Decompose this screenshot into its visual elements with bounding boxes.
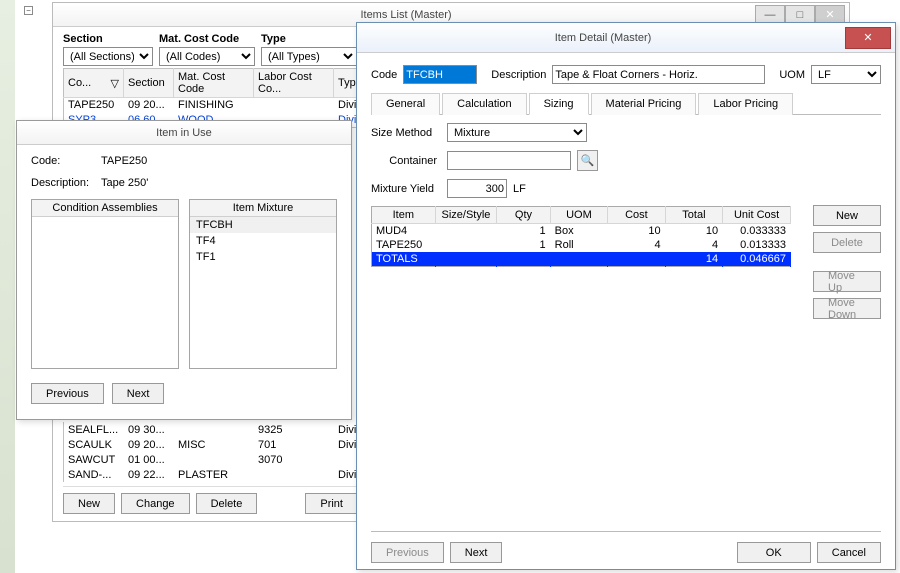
delete-button[interactable]: Delete [196,493,258,514]
item-in-use-window: Item in Use Code:TAPE250 Description:Tap… [16,120,352,420]
item-detail-titlebar[interactable]: Item Detail (Master) ✕ [357,23,895,53]
close-icon[interactable]: ✕ [845,27,891,49]
item-detail-title: Item Detail (Master) [361,32,845,44]
tab-strip: General Calculation Sizing Material Pric… [371,92,881,115]
previous-button[interactable]: Previous [371,542,444,563]
code-input[interactable] [403,65,477,84]
items-list-title: Items List (Master) [57,9,755,21]
container-input[interactable] [447,151,571,170]
previous-button[interactable]: Previous [31,383,104,404]
change-button[interactable]: Change [121,493,190,514]
new-button[interactable]: New [63,493,115,514]
filter-cost-label: Mat. Cost Code [159,33,255,45]
size-method-select[interactable]: Mixture [447,123,587,142]
filter-section-label: Section [63,33,153,45]
table-row[interactable]: MUD41 Box10 100.033333 [372,224,791,239]
yield-input[interactable] [447,179,507,198]
filter-cost-select[interactable]: (All Codes) [159,47,255,66]
delete-row-button[interactable]: Delete [813,232,881,253]
code-value: TAPE250 [101,155,147,167]
tab-calculation[interactable]: Calculation [442,93,526,115]
item-in-use-title: Item in Use [21,127,347,139]
moveup-button[interactable]: Move Up [813,271,881,292]
cancel-button[interactable]: Cancel [817,542,881,563]
next-button[interactable]: Next [450,542,503,563]
new-row-button[interactable]: New [813,205,881,226]
tab-general[interactable]: General [371,93,440,115]
list-item[interactable]: TF4 [190,233,336,249]
item-in-use-titlebar[interactable]: Item in Use [17,121,351,145]
list-item[interactable]: TF1 [190,249,336,265]
tree-toggle-icon[interactable]: − [24,6,33,15]
mixture-grid[interactable]: Item Size/Style Qty UOM Cost Total Unit … [371,206,791,267]
description-input[interactable] [552,65,765,84]
tab-material[interactable]: Material Pricing [591,93,697,115]
print-button[interactable]: Print [305,493,358,514]
tab-sizing[interactable]: Sizing [529,93,589,115]
uom-select[interactable]: LF [811,65,881,84]
list-item[interactable]: TFCBH [190,217,336,233]
condition-assemblies-list[interactable]: Condition Assemblies [31,199,179,369]
filter-type-label: Type [261,33,357,45]
search-icon[interactable]: 🔍 [577,150,598,171]
filter-section-select[interactable]: (All Sections) [63,47,153,66]
movedown-button[interactable]: Move Down [813,298,881,319]
filter-type-select[interactable]: (All Types) [261,47,357,66]
item-mixture-list[interactable]: Item Mixture TFCBH TF4 TF1 [189,199,337,369]
totals-row: TOTALS 140.046667 [372,252,791,267]
next-button[interactable]: Next [112,383,165,404]
table-row[interactable]: TAPE2501 Roll4 40.013333 [372,238,791,252]
item-detail-window: Item Detail (Master) ✕ Code Description … [356,22,896,570]
desc-value: Tape 250' [101,177,148,189]
ok-button[interactable]: OK [737,542,811,563]
tab-labor[interactable]: Labor Pricing [698,93,793,115]
